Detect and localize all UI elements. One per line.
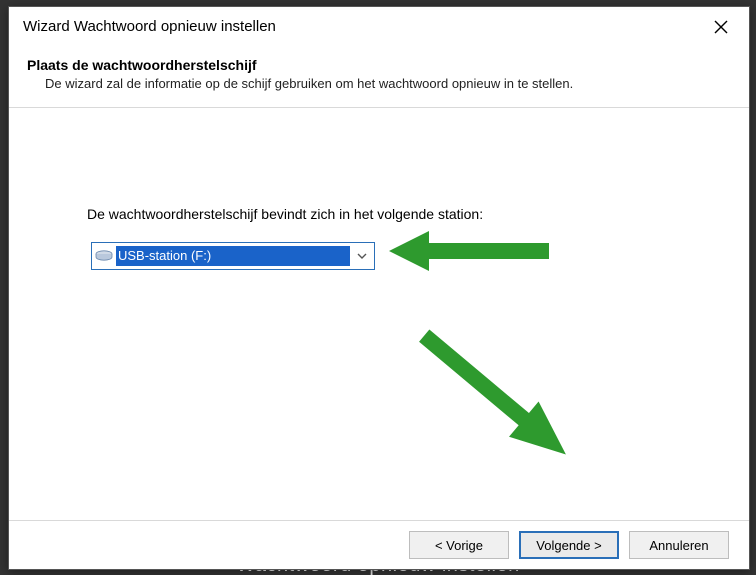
drive-icon [94,246,114,266]
drive-prompt-label: De wachtwoordherstelschijf bevindt zich … [87,206,483,222]
drive-select[interactable]: USB-station (F:) [91,242,375,270]
wizard-header: Plaats de wachtwoordherstelschijf De wiz… [9,47,749,107]
next-button[interactable]: Volgende > [519,531,619,559]
window-title: Wizard Wachtwoord opnieuw instellen [23,7,276,47]
annotation-arrow-to-next [389,298,579,508]
annotation-arrow-to-combo [389,226,559,276]
header-heading: Plaats de wachtwoordherstelschijf [27,57,731,73]
close-button[interactable] [701,7,741,47]
header-subtext: De wizard zal de informatie op de schijf… [45,75,731,93]
close-icon [714,20,728,34]
titlebar: Wizard Wachtwoord opnieuw instellen [9,7,749,47]
cancel-button[interactable]: Annuleren [629,531,729,559]
chevron-down-icon [350,253,374,259]
wizard-window: Wizard Wachtwoord opnieuw instellen Plaa… [8,6,750,570]
drive-select-value: USB-station (F:) [116,246,350,266]
wizard-footer: < Vorige Volgende > Annuleren [9,520,749,569]
back-button[interactable]: < Vorige [409,531,509,559]
wizard-content: De wachtwoordherstelschijf bevindt zich … [9,108,749,488]
